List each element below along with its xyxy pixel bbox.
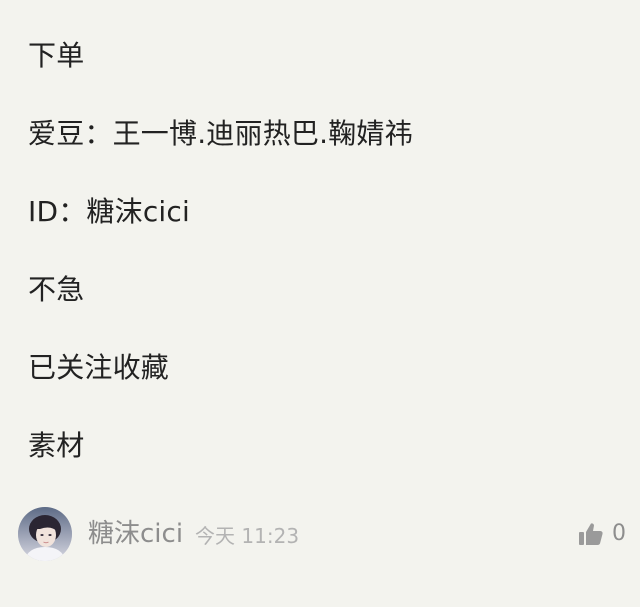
avatar[interactable]	[18, 507, 72, 561]
post-line-id: ID：糖沫cici	[28, 195, 190, 228]
comment-footer: 糖沫cici 今天 11:23 0	[18, 506, 626, 562]
comment-username[interactable]: 糖沫cici	[88, 518, 183, 550]
avatar-image	[18, 507, 72, 561]
post-line-urgency: 不急	[28, 273, 85, 306]
like-count: 0	[612, 521, 626, 546]
post-line-idols: 爱豆：王一博.迪丽热巴.鞠婧祎	[28, 117, 413, 150]
like-button[interactable]: 0	[578, 518, 626, 550]
comment-timestamp: 今天 11:23	[195, 523, 300, 548]
post-line-followed: 已关注收藏	[28, 351, 170, 384]
post-line-material: 素材	[28, 429, 85, 462]
thumbs-up-icon	[579, 523, 603, 545]
post-body: 下单 爱豆：王一博.迪丽热巴.鞠婧祎 ID：糖沫cici 不急 已关注收藏 素材	[28, 36, 620, 504]
post-line-order: 下单	[28, 39, 85, 72]
